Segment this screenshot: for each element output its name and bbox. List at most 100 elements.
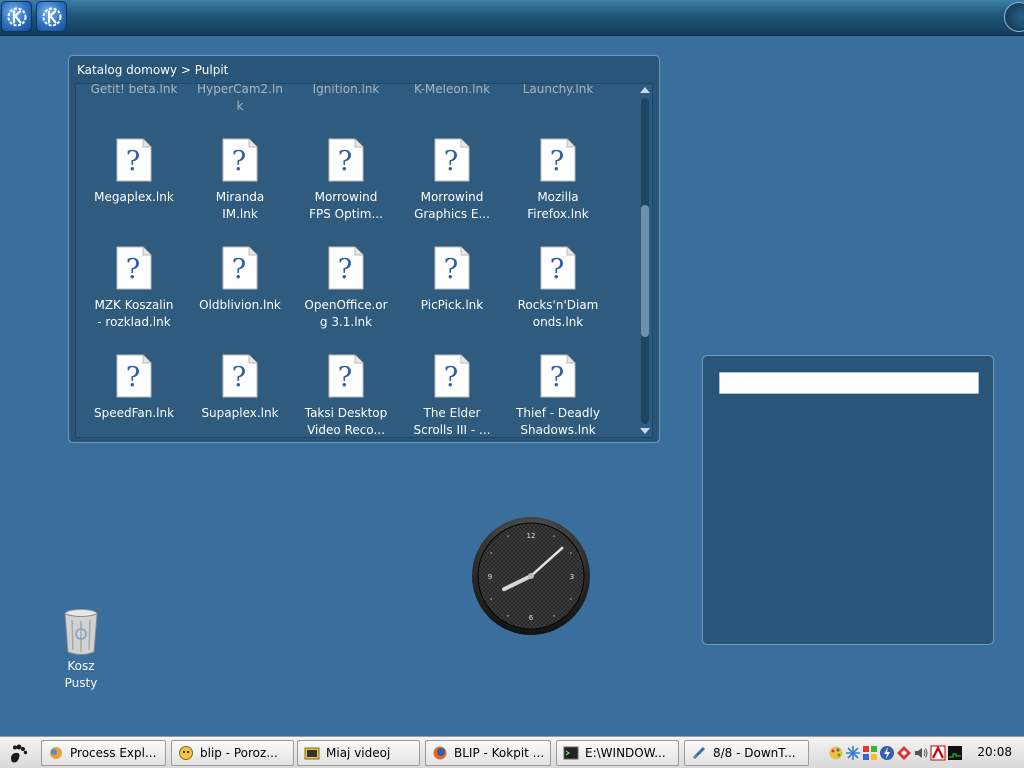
taskbar-task-button[interactable]: blip - Poroz... [171,740,294,766]
clock-numeral: 6 [529,614,534,622]
clock-tick [553,614,555,617]
file-item[interactable]: ? Getit! beta.lnk [82,83,186,122]
clock-numeral: 3 [570,573,574,581]
file-label: Ignition.lnk [312,83,380,96]
file-item[interactable]: ? PicPick.lnk [400,238,504,338]
svg-text:?: ? [338,362,352,393]
file-item[interactable]: ? Ignition.lnk [294,83,398,122]
palette-icon[interactable] [828,745,844,761]
file-item[interactable]: ? K-Meleon.lnk [400,83,504,122]
monitor-icon[interactable] [947,745,963,761]
file-label: Miranda IM.lnk [215,190,265,221]
file-item[interactable]: ? Morrowind FPS Optim... [294,130,398,230]
file-item[interactable]: ? Megaplex.lnk [82,130,186,230]
file-item[interactable]: ? Oldblivion.lnk [188,238,292,338]
file-label: SpeedFan.lnk [93,406,175,420]
folder-view-widget: Katalog domowy > Pulpit ? Getit! beta.ln… [68,55,660,443]
scroll-down-arrow-icon[interactable] [639,425,651,437]
unknown-file-icon: ? [116,138,152,182]
scroll-track[interactable] [641,98,649,424]
svg-text:?: ? [444,146,458,177]
task-label: blip - Poroz... [200,746,278,760]
file-item[interactable]: ? Taksi Desktop Video Reco... [294,346,398,437]
file-item[interactable]: ? MZK Koszalin - rozklad.lnk [82,238,186,338]
kde-menu-launcher-1[interactable] [1,1,32,32]
file-label: OpenOffice.or g 3.1.lnk [304,298,388,329]
unknown-file-icon: ? [222,138,258,182]
unknown-file-icon: ? [540,138,576,182]
gnome-foot-start-icon[interactable] [6,741,30,765]
folder-scrollbar[interactable] [639,84,651,437]
taskbar-task-button[interactable]: Process Expl... [41,740,166,766]
task-label: Process Expl... [70,746,157,760]
taskbar-clock[interactable]: 20:08 [977,745,1012,759]
panel-toolbox-button[interactable] [1004,2,1024,32]
unknown-file-icon: ? [328,246,364,290]
file-item[interactable]: ? OpenOffice.or g 3.1.lnk [294,238,398,338]
file-label: HyperCam2.ln k [197,83,283,113]
folder-breadcrumb[interactable]: Katalog domowy > Pulpit [77,63,228,77]
clock-numeral: 9 [488,573,492,581]
file-label: K-Meleon.lnk [413,83,491,96]
svg-text:?: ? [126,146,140,177]
widget-text-input[interactable] [719,372,979,394]
shield-icon[interactable] [896,745,912,761]
unknown-file-icon: ? [540,246,576,290]
trash-label: Kosz Pusty [64,659,98,690]
snowflake-icon[interactable] [845,745,861,761]
taskbar-task-button[interactable]: 8/8 - DownT... [684,740,809,766]
process-explorer-icon [50,747,62,759]
grid-icon[interactable] [862,745,878,761]
antivirus-icon[interactable] [930,745,946,761]
svg-text:?: ? [550,254,564,285]
file-item[interactable]: ? Mozilla Firefox.lnk [506,130,610,230]
task-label: BLIP - Kokpit ... [454,746,545,760]
scroll-thumb[interactable] [641,205,649,337]
taskbar-task-button[interactable]: BLIP - Kokpit ... [425,740,551,766]
svg-text:?: ? [550,362,564,393]
unknown-file-icon: ? [434,354,470,398]
file-item[interactable]: ? Morrowind Graphics E... [400,130,504,230]
file-item[interactable]: ? Rocks'n'Diam onds.lnk [506,238,610,338]
file-item[interactable]: ? The Elder Scrolls III - ... [400,346,504,437]
speaker-icon[interactable] [913,745,929,761]
svg-text:?: ? [550,146,564,177]
unknown-file-icon: ? [222,246,258,290]
folder-film-icon [304,747,320,760]
file-item[interactable]: ? HyperCam2.ln k [188,83,292,122]
file-label: Getit! beta.lnk [90,83,178,96]
kde-menu-launcher-2[interactable] [36,1,67,32]
svg-text:?: ? [232,146,246,177]
taskbar: Process Expl... blip - Poroz... Miaj video… [0,736,1024,768]
scroll-up-arrow-icon[interactable] [639,84,651,96]
file-item[interactable]: ? Thief - Deadly Shadows.lnk [506,346,610,437]
firefox-icon [433,746,447,760]
lightning-icon[interactable] [879,745,895,761]
task-label: 8/8 - DownT... [713,746,796,760]
svg-text:?: ? [444,362,458,393]
file-label: Thief - Deadly Shadows.lnk [516,406,600,437]
taskbar-task-button[interactable]: E:\WINDOW... [556,740,679,766]
svg-text:?: ? [126,362,140,393]
unknown-file-icon: ? [222,354,258,398]
file-label: Mozilla Firefox.lnk [527,190,589,221]
trash-desktop-item[interactable]: Kosz Pusty [48,606,114,692]
taskbar-task-button[interactable]: Miaj videoj [297,740,420,766]
svg-text:?: ? [232,362,246,393]
file-item[interactable]: ? Launchy.lnk [506,84,610,122]
file-label: Taksi Desktop Video Reco... [304,406,388,437]
messenger-icon [179,746,193,760]
svg-text:?: ? [338,254,352,285]
file-item[interactable]: ? Supaplex.lnk [188,346,292,437]
clock-tick [569,552,572,554]
unknown-file-icon: ? [540,354,576,398]
file-label: Oldblivion.lnk [199,298,281,312]
system-tray [828,743,964,763]
unknown-file-icon: ? [434,138,470,182]
svg-text:?: ? [126,254,140,285]
file-item[interactable]: ? Miranda IM.lnk [188,130,292,230]
file-label: Morrowind Graphics E... [414,190,490,221]
unknown-file-icon: ? [328,354,364,398]
file-item[interactable]: ? SpeedFan.lnk [82,346,186,437]
file-grid: ? Getit! beta.lnk ? HyperCam2.ln k ? Ign… [75,83,653,438]
